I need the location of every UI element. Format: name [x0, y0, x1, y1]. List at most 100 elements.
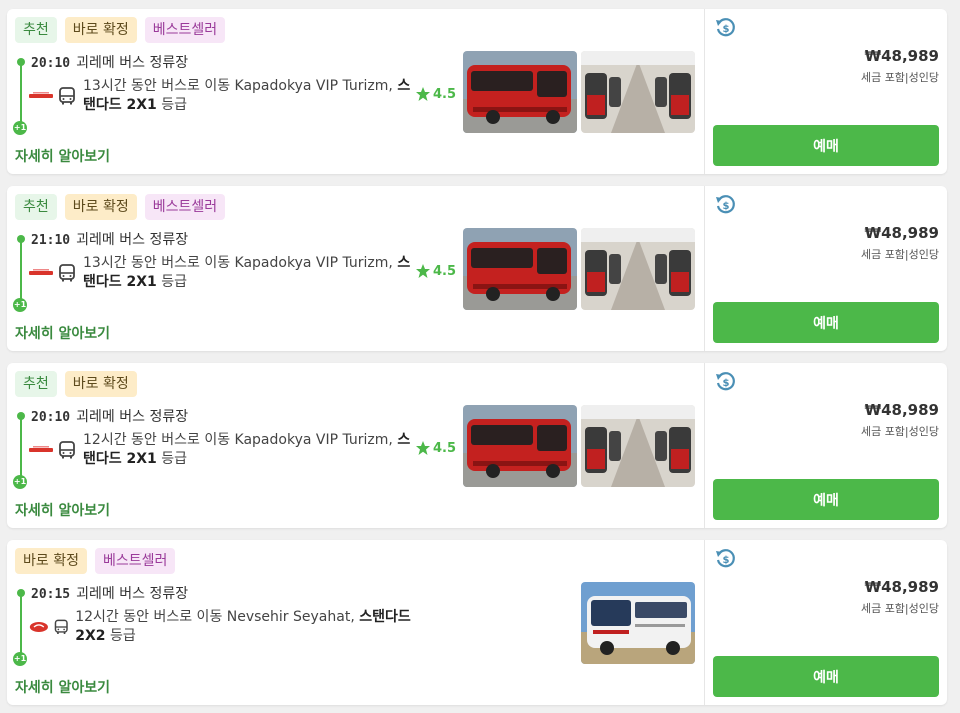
bus-interior-image: [581, 405, 695, 487]
badge-row: 추천 바로 확정 베스트셀러: [15, 194, 226, 220]
badge-bestseller: 베스트셀러: [144, 17, 226, 43]
bus-icon: [59, 441, 75, 459]
route-summary: 12시간 동안 버스로 이동 Kapadokya VIP Turizm, 스탠다…: [29, 430, 421, 470]
book-button[interactable]: 예매: [713, 302, 939, 343]
badge-row: 바로 확정 베스트셀러: [15, 548, 176, 574]
details-link[interactable]: 자세히 알아보기: [15, 146, 110, 166]
rating: 4.5: [415, 86, 456, 102]
next-day-badge: +1: [13, 298, 27, 312]
refund-icon[interactable]: $: [715, 17, 737, 39]
price-note: 세금 포함|성인당: [860, 602, 939, 615]
badge-instant-confirm: 바로 확정: [64, 194, 137, 220]
bus-icon: [59, 87, 75, 105]
bus-icon: [54, 619, 68, 634]
price: ₩48,989: [864, 224, 939, 242]
route-timeline: +1: [13, 56, 27, 135]
departure-place: 괴레메 버스 정류장: [76, 55, 189, 71]
bus-photo[interactable]: [463, 228, 577, 310]
badge-bestseller: 베스트셀러: [144, 194, 226, 220]
departure-time: 20:15: [31, 587, 71, 602]
timeline-line: [20, 64, 22, 126]
rating: 4.5: [415, 440, 456, 456]
bus-interior-image: [581, 228, 695, 310]
bus-photo[interactable]: [581, 405, 695, 487]
bus-photo[interactable]: [463, 51, 577, 133]
badge-recommended: 추천: [15, 371, 57, 397]
badge-instant-confirm: 바로 확정: [15, 548, 87, 574]
bus-photo[interactable]: [581, 51, 695, 133]
price: ₩48,989: [864, 578, 939, 596]
refund-icon[interactable]: $: [715, 371, 737, 393]
refund-icon[interactable]: $: [715, 548, 737, 570]
bus-photo[interactable]: [581, 228, 695, 310]
red-bus-exterior-image: [463, 405, 577, 487]
bus-photo[interactable]: [463, 405, 577, 487]
price-panel: $ ₩48,989 세금 포함|성인당 예매: [704, 540, 947, 705]
star-icon: [416, 441, 430, 455]
red-bus-exterior-image: [463, 51, 577, 133]
trip-info: 추천 바로 확정 +1 20:10 괴레메 버스 정류장 12시간 동안 버스로 …: [7, 363, 704, 528]
timeline-line: [20, 595, 22, 657]
trip-info: 추천 바로 확정 베스트셀러 +1 21:10 괴레메 버스 정류장 13시간 동…: [7, 186, 704, 351]
refund-icon[interactable]: $: [715, 194, 737, 216]
timeline-line: [20, 241, 22, 303]
price-panel: $ ₩48,989 세금 포함|성인당 예매: [704, 363, 947, 528]
departure-time: 20:10: [31, 56, 71, 71]
bus-photo[interactable]: [581, 582, 695, 664]
price-note: 세금 포함|성인당: [860, 248, 939, 261]
price-note: 세금 포함|성인당: [860, 425, 939, 438]
result-card[interactable]: 추천 바로 확정 베스트셀러 +1 21:10 괴레메 버스 정류장 13시간 동…: [7, 186, 947, 351]
details-link[interactable]: 자세히 알아보기: [15, 323, 110, 343]
operator-logo-icon: [29, 92, 53, 98]
route-description: 12시간 동안 버스로 이동 Nevsehir Seyahat, 스탠다드 2X…: [75, 608, 421, 646]
route-summary: 13시간 동안 버스로 이동 Kapadokya VIP Turizm, 스탠다…: [29, 253, 421, 293]
departure-time: 20:10: [31, 410, 71, 425]
departure-stop: 20:10 괴레메 버스 정류장: [31, 52, 188, 72]
rating-value: 4.5: [433, 86, 457, 102]
departure-place: 괴레메 버스 정류장: [76, 232, 189, 248]
svg-text:$: $: [723, 24, 730, 35]
departure-place: 괴레메 버스 정류장: [76, 586, 189, 602]
svg-text:$: $: [723, 555, 730, 566]
departure-place: 괴레메 버스 정류장: [76, 409, 189, 425]
result-card[interactable]: 바로 확정 베스트셀러 +1 20:15 괴레메 버스 정류장 12시간 동안 버…: [7, 540, 947, 705]
price: ₩48,989: [864, 47, 939, 65]
white-bus-exterior-image: [581, 582, 695, 664]
rating-value: 4.5: [433, 440, 457, 456]
operator-logo-icon: [29, 446, 53, 452]
next-day-badge: +1: [13, 652, 27, 666]
trip-info: 바로 확정 베스트셀러 +1 20:15 괴레메 버스 정류장 12시간 동안 버…: [7, 540, 704, 705]
price-note: 세금 포함|성인당: [860, 71, 939, 84]
route-suffix: 등급: [105, 628, 136, 644]
details-link[interactable]: 자세히 알아보기: [15, 500, 110, 520]
book-button[interactable]: 예매: [713, 656, 939, 697]
book-button[interactable]: 예매: [713, 125, 939, 166]
route-prefix: 13시간 동안 버스로 이동 Kapadokya VIP Turizm,: [83, 78, 398, 94]
route-summary: 13시간 동안 버스로 이동 Kapadokya VIP Turizm, 스탠다…: [29, 76, 421, 116]
details-link[interactable]: 자세히 알아보기: [15, 677, 110, 697]
badge-recommended: 추천: [15, 194, 57, 220]
star-icon: [416, 87, 430, 101]
departure-time: 21:10: [31, 233, 71, 248]
result-card[interactable]: 추천 바로 확정 베스트셀러 +1 20:10 괴레메 버스 정류장 13시간 동…: [7, 9, 947, 174]
price-panel: $ ₩48,989 세금 포함|성인당 예매: [704, 186, 947, 351]
timeline-line: [20, 418, 22, 480]
badge-instant-confirm: 바로 확정: [64, 17, 137, 43]
route-suffix: 등급: [156, 274, 188, 290]
rating-value: 4.5: [433, 263, 457, 279]
route-description: 13시간 동안 버스로 이동 Kapadokya VIP Turizm, 스탠다…: [83, 254, 419, 292]
badge-bestseller: 베스트셀러: [94, 548, 176, 574]
svg-text:$: $: [723, 201, 730, 212]
result-card[interactable]: 추천 바로 확정 +1 20:10 괴레메 버스 정류장 12시간 동안 버스로 …: [7, 363, 947, 528]
svg-text:$: $: [723, 378, 730, 389]
bus-results-list: 추천 바로 확정 베스트셀러 +1 20:10 괴레메 버스 정류장 13시간 동…: [0, 0, 960, 713]
bus-icon: [59, 264, 75, 282]
badge-row: 추천 바로 확정: [15, 371, 137, 397]
route-prefix: 13시간 동안 버스로 이동 Kapadokya VIP Turizm,: [83, 255, 398, 271]
book-button[interactable]: 예매: [713, 479, 939, 520]
route-timeline: +1: [13, 587, 27, 666]
operator-logo-icon: [29, 269, 53, 275]
route-timeline: +1: [13, 233, 27, 312]
departure-stop: 21:10 괴레메 버스 정류장: [31, 229, 188, 249]
rating: 4.5: [415, 263, 456, 279]
